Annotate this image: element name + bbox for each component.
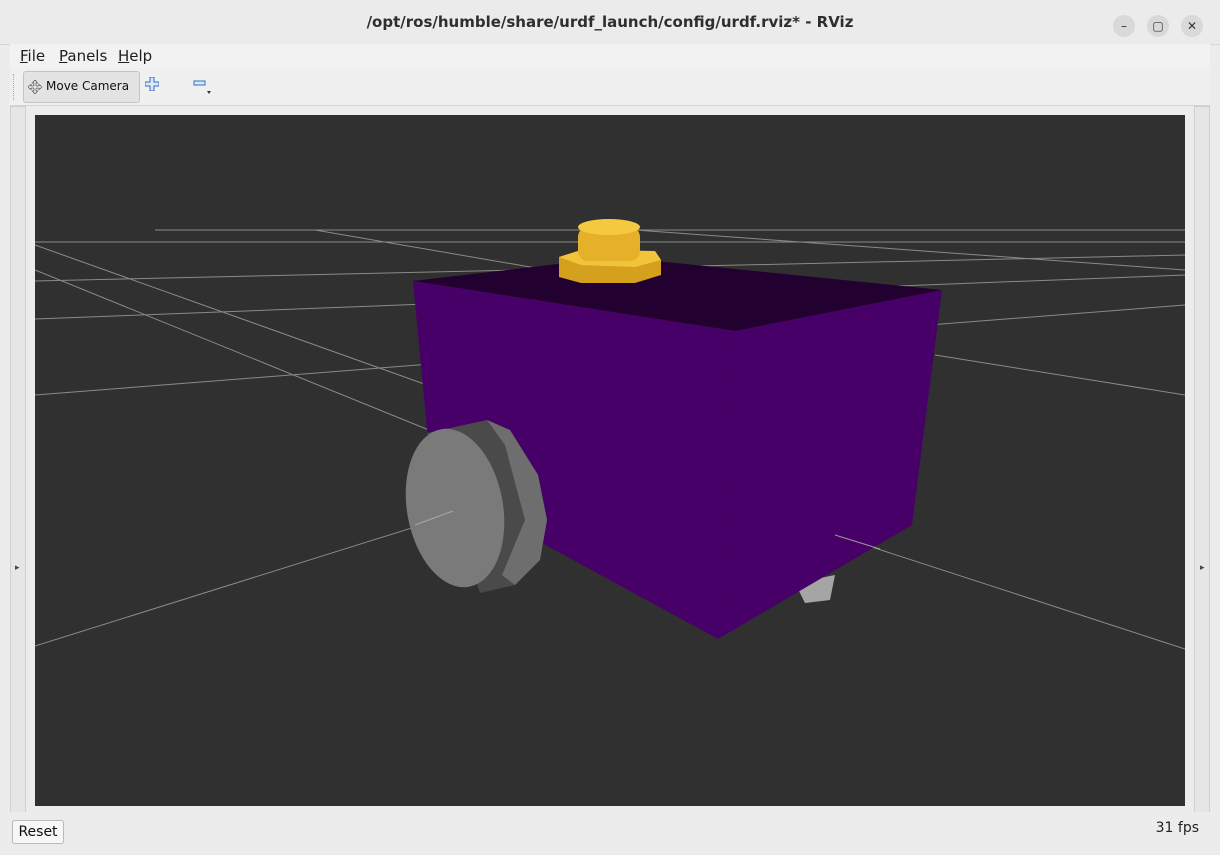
right-expand-icon: ▸ — [1200, 563, 1205, 573]
reset-button[interactable]: Reset — [12, 820, 64, 844]
move-camera-label: Move Camera — [46, 79, 130, 93]
toolbar-grip[interactable] — [13, 74, 18, 100]
maximize-button[interactable]: ▢ — [1147, 15, 1169, 37]
menu-panels[interactable]: Panels — [59, 47, 107, 65]
maximize-icon: ▢ — [1152, 19, 1164, 33]
close-icon: ✕ — [1186, 19, 1198, 33]
menu-bar: File Panels Help — [10, 44, 1210, 69]
remove-tool-icon[interactable] — [193, 77, 213, 97]
move-camera-icon — [28, 80, 42, 94]
tools-toolbar: Move Camera — [10, 68, 1210, 106]
menu-help[interactable]: Help — [118, 47, 152, 65]
move-camera-button[interactable]: Move Camera — [23, 71, 140, 103]
right-panel-toggle[interactable]: ▸ — [1194, 106, 1210, 814]
fps-counter: 31 fps — [1155, 820, 1199, 836]
window-title: /opt/ros/humble/share/urdf_launch/config… — [366, 13, 854, 31]
scene-canvas — [35, 219, 1185, 650]
menu-file[interactable]: File — [20, 47, 45, 65]
robot-model — [405, 219, 942, 639]
close-button[interactable]: ✕ — [1181, 15, 1203, 37]
rviz-window: /opt/ros/humble/share/urdf_launch/config… — [0, 0, 1220, 855]
add-tool-icon[interactable] — [145, 77, 159, 91]
title-bar[interactable]: /opt/ros/humble/share/urdf_launch/config… — [0, 0, 1220, 45]
left-panel-toggle[interactable]: ▸ — [10, 106, 26, 814]
3d-render-viewport[interactable] — [35, 115, 1185, 806]
minimize-icon: – — [1121, 19, 1127, 33]
lidar-sensor — [559, 219, 661, 283]
status-bar: Reset 31 fps — [10, 812, 1210, 848]
left-expand-icon: ▸ — [15, 563, 20, 573]
minimize-button[interactable]: – — [1113, 15, 1135, 37]
